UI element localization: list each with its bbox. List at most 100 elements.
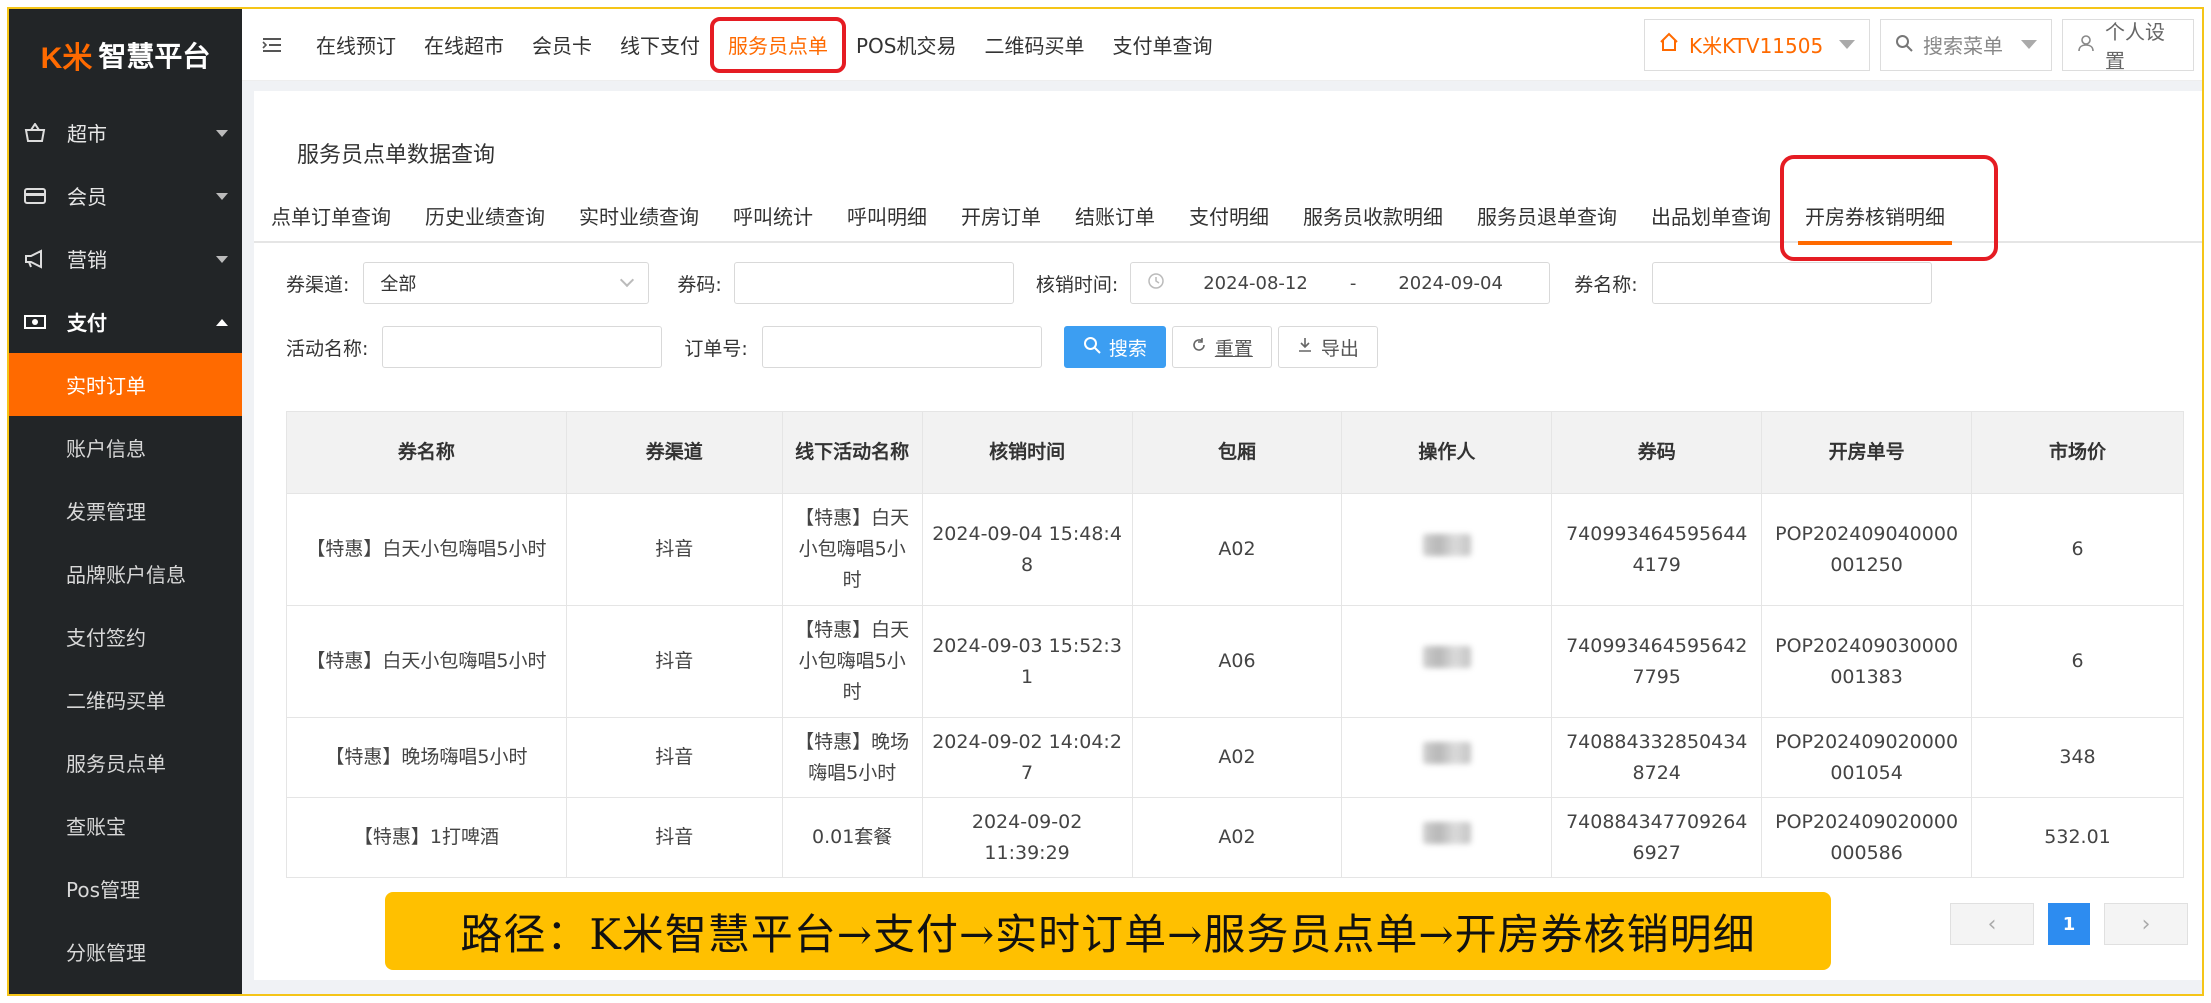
top-bar: 在线预订 在线超市 会员卡 线下支付 服务员点单 POS机交易 二维码买单 支付… [242,9,2202,81]
cell-activity: 【特惠】白天小包嗨唱5小时 [781,605,923,718]
tab-checkout-orders[interactable]: 结账订单 [1058,187,1172,243]
topnav-waiter-order[interactable]: 服务员点单 [710,9,846,81]
sidebar-item-invoice[interactable]: 发票管理 [9,479,242,542]
top-right-tools: K米KTV11505 搜索菜单 个人设置 [1644,18,2194,73]
column-header[interactable]: 开房单号 [1761,411,1973,494]
channel-label: 券渠道: [286,273,350,296]
table-row[interactable]: 【特惠】白天小包嗨唱5小时 抖音 【特惠】白天小包嗨唱5小时 2024-09-0… [286,493,2184,606]
tab-waiter-receipts[interactable]: 服务员收款明细 [1286,187,1460,243]
cell-activity: 【特惠】白天小包嗨唱5小时 [781,493,923,606]
order-no-input[interactable] [761,326,1042,368]
sidebar-group-label: 支付 [67,311,107,335]
search-icon [1895,33,1913,57]
cell-price: 532.01 [1971,797,2184,878]
next-page-button[interactable]: › [2104,903,2188,945]
sidebar-group-marketing[interactable]: 营销 [9,227,242,290]
column-header[interactable]: 市场价 [1971,411,2184,494]
tab-room-coupon-redemption[interactable]: 开房券核销明细 [1780,155,1998,261]
table-row[interactable]: 【特惠】白天小包嗨唱5小时 抖音 【特惠】白天小包嗨唱5小时 2024-09-0… [286,605,2184,718]
sidebar-item-account-info[interactable]: 账户信息 [9,416,242,479]
page-number-button[interactable]: 1 [2048,903,2090,945]
tab-room-orders[interactable]: 开房订单 [944,187,1058,243]
sidebar: K米 智慧平台 超市 会员 营销 支付 实时订单 账户信息 发票管理 品牌账户信… [9,9,242,994]
redacted-operator [1422,821,1471,844]
redacted-operator [1422,645,1471,668]
coupon-name-input[interactable] [1651,262,1932,304]
column-header[interactable]: 操作人 [1341,411,1553,494]
column-header[interactable]: 券渠道 [565,411,783,494]
code-input[interactable] [733,262,1014,304]
export-button[interactable]: 导出 [1277,326,1378,368]
column-header[interactable]: 包厢 [1131,411,1343,494]
sidebar-group-label: 会员 [67,185,107,209]
sidebar-item-waiter-order[interactable]: 服务员点单 [9,731,242,794]
sidebar-group-member[interactable]: 会员 [9,164,242,227]
sidebar-item-pos[interactable]: Pos管理 [9,857,242,920]
column-header[interactable]: 核销时间 [921,411,1133,494]
topnav-pos-trade[interactable]: POS机交易 [842,9,971,81]
menu-toggle-icon[interactable] [242,37,302,53]
card-icon [23,187,47,205]
table-row[interactable]: 【特惠】晚场嗨唱5小时 抖音 【特惠】晚场嗨唱5小时 2024-09-02 14… [286,717,2184,798]
tab-realtime-performance[interactable]: 实时业绩查询 [562,187,716,243]
sidebar-group-label: 营销 [67,248,107,272]
redacted-operator [1422,533,1471,556]
topnav-online-market[interactable]: 在线超市 [410,9,518,81]
sidebar-item-split[interactable]: 分账管理 [9,920,242,983]
sidebar-group-supermarket[interactable]: 超市 [9,101,242,164]
cell-channel: 抖音 [565,605,783,718]
store-selector[interactable]: K米KTV11505 [1644,18,1870,71]
activity-name-input[interactable] [382,326,663,368]
download-icon [1297,336,1313,358]
sidebar-item-reconcile[interactable]: 查账宝 [9,794,242,857]
menu-search[interactable]: 搜索菜单 [1880,18,2052,71]
sidebar-item-brand-account[interactable]: 品牌账户信息 [9,542,242,605]
tab-dish-cancel[interactable]: 出品划单查询 [1634,187,1788,243]
code-label: 券码: [677,273,722,296]
topnav-online-booking[interactable]: 在线预订 [302,9,410,81]
tab-payment-detail[interactable]: 支付明细 [1172,187,1286,243]
cell-operator [1341,493,1553,606]
app-window: K米 智慧平台 超市 会员 营销 支付 实时订单 账户信息 发票管理 品牌账户信… [7,7,2204,996]
date-end: 2024-09-04 [1398,272,1503,294]
topnav-qrcode-pay[interactable]: 二维码买单 [971,9,1099,81]
cell-code: 7408843477092646927 [1551,797,1763,878]
sidebar-group-label: 超市 [67,122,107,146]
personal-settings-label: 个人设置 [2105,19,2165,73]
tab-order-query[interactable]: 点单订单查询 [254,187,408,243]
cell-price: 348 [1971,717,2184,798]
date-range-picker[interactable]: 2024-08-12 - 2024-09-04 [1130,262,1551,304]
channel-select[interactable]: 全部 [363,262,650,304]
tab-call-detail[interactable]: 呼叫明细 [830,187,944,243]
logo-text: 智慧平台 [98,40,211,73]
prev-page-button[interactable]: ‹ [1950,903,2034,945]
reset-button[interactable]: 重置 [1171,326,1272,368]
cell-order-no: POP202409020000000586 [1761,797,1973,878]
export-button-label: 导出 [1320,337,1359,360]
sidebar-group-payment[interactable]: 支付 [9,290,242,353]
pagination: ‹ 1 › [1950,903,2188,945]
cell-operator [1341,717,1553,798]
column-header[interactable]: 线下活动名称 [781,411,923,494]
search-button[interactable]: 搜索 [1063,326,1166,368]
topnav-member-card[interactable]: 会员卡 [518,9,606,81]
column-header[interactable]: 券码 [1551,411,1763,494]
sidebar-item-qrcode-pay[interactable]: 二维码买单 [9,668,242,731]
personal-settings-button[interactable]: 个人设置 [2062,18,2194,73]
column-header[interactable]: 券名称 [286,411,567,494]
sidebar-item-payment-contract[interactable]: 支付签约 [9,605,242,668]
sidebar-item-realtime-orders[interactable]: 实时订单 [9,353,242,416]
tab-call-stats[interactable]: 呼叫统计 [716,187,830,243]
top-nav: 在线预订 在线超市 会员卡 线下支付 服务员点单 POS机交易 二维码买单 支付… [302,9,1227,81]
topnav-offline-pay[interactable]: 线下支付 [606,9,714,81]
cell-channel: 抖音 [565,493,783,606]
chevron-down-icon [216,129,228,137]
topnav-payment-query[interactable]: 支付单查询 [1099,9,1227,81]
search-icon [1083,336,1101,359]
tab-waiter-refunds[interactable]: 服务员退单查询 [1460,187,1634,243]
chevron-down-icon [620,272,635,288]
tab-history-performance[interactable]: 历史业绩查询 [408,187,562,243]
chevron-down-icon [216,192,228,200]
cell-operator [1341,605,1553,718]
table-row[interactable]: 【特惠】1打啤酒 抖音 0.01套餐 2024-09-02 11:39:29 A… [286,797,2184,878]
